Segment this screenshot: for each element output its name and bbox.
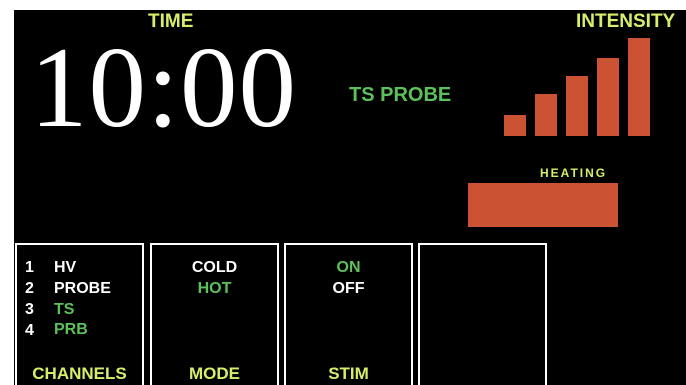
- heating-label: HEATING: [540, 166, 608, 180]
- intensity-meter[interactable]: [504, 36, 654, 136]
- stim-label: STIM: [328, 364, 369, 383]
- heating-bar[interactable]: [468, 183, 618, 227]
- channels-panel: 1 HV 2 PROBE 3 TS PRB 4 CHANNELS: [15, 243, 144, 385]
- empty-panel: [418, 243, 547, 385]
- mode-label: MODE: [189, 364, 240, 383]
- intensity-bar-2[interactable]: [535, 94, 557, 136]
- channel-name: PROBE: [54, 280, 111, 297]
- stim-option-on[interactable]: ON: [286, 258, 411, 278]
- mode-panel: COLD HOT MODE: [150, 243, 279, 385]
- channel-name-selected: TS PRB: [54, 301, 88, 338]
- channel-number: 2: [25, 280, 34, 297]
- mode-option-hot[interactable]: HOT: [152, 279, 277, 299]
- intensity-bar-4[interactable]: [597, 58, 619, 136]
- stim-panel: ON OFF STIM: [284, 243, 413, 385]
- device-screen: TIME 10:00 TS PROBE INTENSITY HEATING 1 …: [14, 10, 686, 385]
- intensity-bar-3[interactable]: [566, 76, 588, 136]
- stim-option-off[interactable]: OFF: [286, 279, 411, 299]
- channel-number: 1: [25, 259, 34, 276]
- intensity-bar-5[interactable]: [628, 38, 650, 136]
- channel-name: HV: [54, 259, 77, 276]
- probe-title: TS PROBE: [349, 84, 452, 106]
- time-display: 10:00: [30, 24, 297, 151]
- mode-option-cold[interactable]: COLD: [152, 258, 277, 278]
- intensity-bar-1[interactable]: [504, 115, 526, 136]
- intensity-label: INTENSITY: [576, 11, 676, 32]
- channels-label: CHANNELS: [32, 364, 127, 383]
- channel-number: 3: [25, 301, 34, 318]
- channel-number: 4: [25, 322, 34, 339]
